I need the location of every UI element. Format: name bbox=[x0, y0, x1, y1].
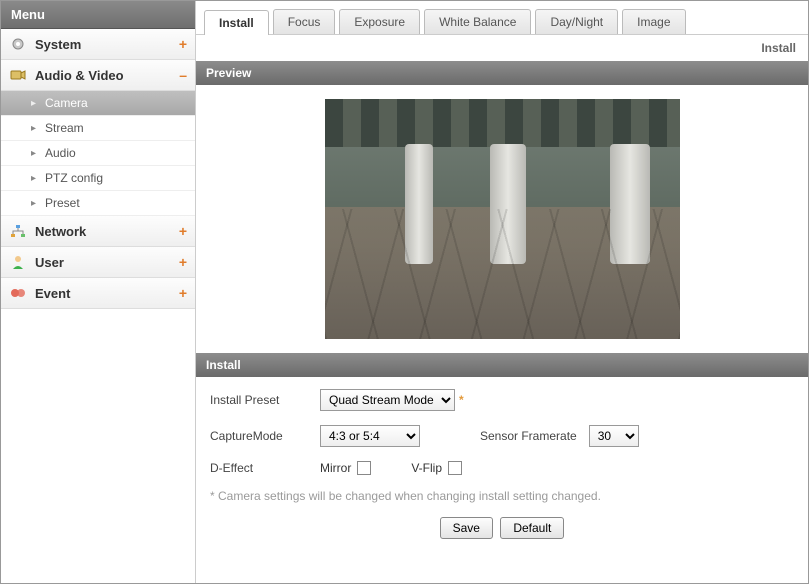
sidebar-item-ptz[interactable]: ▸ PTZ config bbox=[1, 166, 195, 191]
tab-image[interactable]: Image bbox=[622, 9, 685, 34]
tabs: Install Focus Exposure White Balance Day… bbox=[196, 1, 808, 35]
sidebar-item-preset[interactable]: ▸ Preset bbox=[1, 191, 195, 216]
expand-icon: + bbox=[179, 36, 187, 52]
install-preset-select[interactable]: Quad Stream Mode bbox=[320, 389, 455, 411]
default-button[interactable]: Default bbox=[500, 517, 564, 539]
sidebar: Menu System + Audio & Video – ▸ Camera ▸ S… bbox=[1, 1, 196, 583]
menu-label: Event bbox=[35, 286, 70, 301]
preview-area bbox=[196, 85, 808, 353]
install-preset-label: Install Preset bbox=[210, 393, 320, 407]
expand-icon: + bbox=[179, 223, 187, 239]
sub-label: Stream bbox=[45, 121, 84, 135]
expand-icon: + bbox=[179, 285, 187, 301]
main-panel: Install Focus Exposure White Balance Day… bbox=[196, 1, 808, 583]
expand-icon: + bbox=[179, 254, 187, 270]
collapse-icon: – bbox=[179, 67, 187, 83]
sub-label: Audio bbox=[45, 146, 76, 160]
sidebar-item-stream[interactable]: ▸ Stream bbox=[1, 116, 195, 141]
caret-icon: ▸ bbox=[31, 123, 41, 134]
sidebar-item-camera[interactable]: ▸ Camera bbox=[1, 91, 195, 116]
network-icon bbox=[9, 223, 27, 239]
tab-white-balance[interactable]: White Balance bbox=[424, 9, 531, 34]
install-form: Install Preset Quad Stream Mode * Captur… bbox=[196, 377, 808, 551]
caret-icon: ▸ bbox=[31, 198, 41, 209]
capture-mode-select[interactable]: 4:3 or 5:4 bbox=[320, 425, 420, 447]
menu-section-user[interactable]: User + bbox=[1, 247, 195, 278]
menu-section-system[interactable]: System + bbox=[1, 29, 195, 60]
tab-exposure[interactable]: Exposure bbox=[339, 9, 420, 34]
save-button[interactable]: Save bbox=[440, 517, 493, 539]
menu-section-event[interactable]: Event + bbox=[1, 278, 195, 309]
vflip-checkbox[interactable] bbox=[448, 461, 462, 475]
menu-label: System bbox=[35, 37, 81, 52]
mirror-label: Mirror bbox=[320, 461, 351, 475]
breadcrumb: Install bbox=[196, 35, 808, 61]
sub-label: PTZ config bbox=[45, 171, 103, 185]
d-effect-label: D-Effect bbox=[210, 461, 320, 475]
sensor-framerate-select[interactable]: 30 bbox=[589, 425, 639, 447]
gear-icon bbox=[9, 36, 27, 52]
preview-header: Preview bbox=[196, 61, 808, 85]
submenu-audio-video: ▸ Camera ▸ Stream ▸ Audio ▸ PTZ config ▸ Pres… bbox=[1, 91, 195, 216]
menu-section-audio-video[interactable]: Audio & Video – bbox=[1, 60, 195, 91]
menu-label: Network bbox=[35, 224, 86, 239]
caret-icon: ▸ bbox=[31, 98, 41, 109]
required-asterisk-icon: * bbox=[459, 393, 464, 407]
menu-label: User bbox=[35, 255, 64, 270]
menu-title: Menu bbox=[1, 1, 195, 29]
caret-icon: ▸ bbox=[31, 148, 41, 159]
sub-label: Preset bbox=[45, 196, 80, 210]
camera-icon bbox=[9, 67, 27, 83]
menu-section-network[interactable]: Network + bbox=[1, 216, 195, 247]
tab-focus[interactable]: Focus bbox=[273, 9, 336, 34]
install-header: Install bbox=[196, 353, 808, 377]
capture-mode-label: CaptureMode bbox=[210, 429, 320, 443]
mirror-checkbox[interactable] bbox=[357, 461, 371, 475]
preview-image bbox=[325, 99, 680, 339]
event-icon bbox=[9, 285, 27, 301]
caret-icon: ▸ bbox=[31, 173, 41, 184]
tab-install[interactable]: Install bbox=[204, 10, 269, 35]
sensor-framerate-label: Sensor Framerate bbox=[480, 429, 577, 443]
sub-label: Camera bbox=[45, 96, 88, 110]
menu-label: Audio & Video bbox=[35, 68, 124, 83]
vflip-label: V-Flip bbox=[411, 461, 442, 475]
sidebar-item-audio[interactable]: ▸ Audio bbox=[1, 141, 195, 166]
settings-note: * Camera settings will be changed when c… bbox=[210, 489, 794, 503]
user-icon bbox=[9, 254, 27, 270]
tab-day-night[interactable]: Day/Night bbox=[535, 9, 618, 34]
